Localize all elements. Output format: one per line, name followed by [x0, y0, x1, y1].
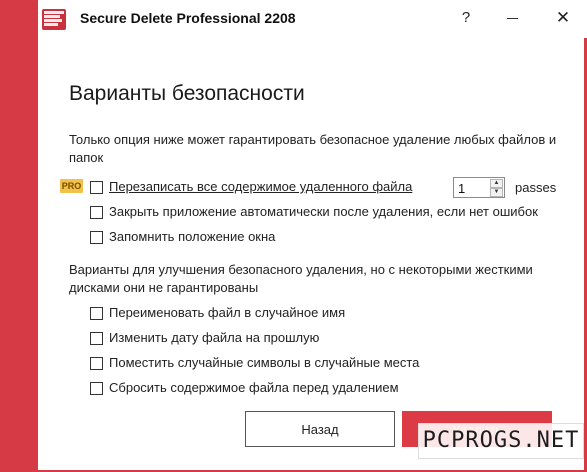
- pro-badge: PRO: [60, 179, 83, 193]
- option-label[interactable]: Перезаписать все содержимое удаленного ф…: [109, 179, 412, 195]
- option-remember-position[interactable]: Запомнить положение окна: [90, 229, 275, 245]
- passes-input[interactable]: [458, 180, 488, 196]
- intro-text: Только опция ниже может гарантировать бе…: [69, 132, 557, 165]
- minimize-icon: [507, 18, 518, 19]
- checkbox[interactable]: [90, 331, 103, 345]
- option-rename-random[interactable]: Переименовать файл в случайное имя: [90, 305, 345, 321]
- checkbox[interactable]: [90, 381, 103, 395]
- option-reset-content[interactable]: Сбросить содержимое файла перед удаление…: [90, 380, 399, 396]
- checkbox[interactable]: [90, 205, 103, 219]
- option-close-after-delete[interactable]: Закрыть приложение автоматически после у…: [90, 204, 538, 220]
- app-window: Secure Delete Professional 2208 ? ✕ Вари…: [0, 0, 587, 472]
- accent-strip: [0, 0, 38, 472]
- title-bar[interactable]: Secure Delete Professional 2208 ? ✕: [38, 0, 587, 38]
- option-label[interactable]: Сбросить содержимое файла перед удаление…: [109, 380, 399, 396]
- help-button[interactable]: ?: [454, 7, 478, 29]
- page-title: Варианты безопасности: [69, 82, 305, 105]
- passes-spinner[interactable]: ▲ ▼: [453, 177, 505, 198]
- close-button[interactable]: ✕: [551, 7, 575, 29]
- spinner-down-icon[interactable]: ▼: [490, 188, 503, 197]
- back-button[interactable]: Назад: [245, 411, 395, 447]
- checkbox[interactable]: [90, 306, 103, 320]
- option-random-chars[interactable]: Поместить случайные символы в случайные …: [90, 355, 419, 371]
- option-label[interactable]: Запомнить положение окна: [109, 229, 275, 245]
- spinner-up-icon[interactable]: ▲: [490, 179, 503, 188]
- passes-label: passes: [515, 180, 557, 195]
- watermark: PCPROGS.NET: [418, 423, 584, 459]
- app-logo-icon: [42, 9, 66, 30]
- option-overwrite-content[interactable]: Перезаписать все содержимое удаленного ф…: [90, 179, 412, 195]
- option-label[interactable]: Поместить случайные символы в случайные …: [109, 355, 419, 371]
- option-label[interactable]: Изменить дату файла на прошлую: [109, 330, 319, 346]
- checkbox[interactable]: [90, 230, 103, 244]
- checkbox[interactable]: [90, 180, 103, 194]
- secondary-text: Варианты для улучшения безопасного удале…: [69, 262, 533, 295]
- window-title: Secure Delete Professional 2208: [80, 10, 296, 26]
- option-label[interactable]: Закрыть приложение автоматически после у…: [109, 204, 538, 220]
- option-change-date[interactable]: Изменить дату файла на прошлую: [90, 330, 319, 346]
- option-label[interactable]: Переименовать файл в случайное имя: [109, 305, 345, 321]
- checkbox[interactable]: [90, 356, 103, 370]
- minimize-button[interactable]: [501, 7, 525, 29]
